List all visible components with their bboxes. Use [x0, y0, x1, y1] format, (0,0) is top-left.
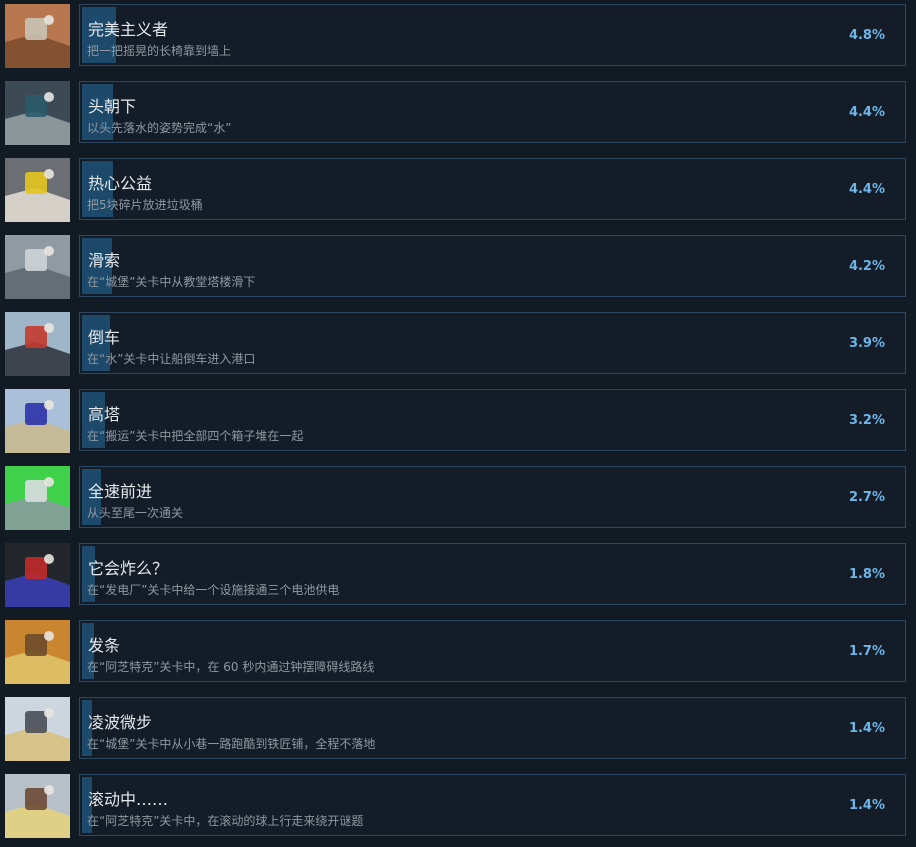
achievement-row: 完美主义者 把一把摇晃的长椅靠到墙上 4.8% — [0, 4, 916, 70]
achievement-description: 从头至尾一次通关 — [87, 506, 184, 520]
achievement-description: 在“发电厂”关卡中给一个设施接通三个电池供电 — [87, 583, 340, 597]
achievement-description: 在“阿芝特克”关卡中，在滚动的球上行走来绕开谜题 — [87, 814, 364, 828]
achievement-row: 它会炸么？ 在“发电厂”关卡中给一个设施接通三个电池供电 1.8% — [0, 543, 916, 609]
achievement-description: 在“阿芝特克”关卡中，在 60 秒内通过钟摆障碍线路线 — [87, 660, 375, 674]
speedrun-thumbnail — [5, 466, 70, 530]
achievement-card: 凌波微步 在“城堡”关卡中从小巷一路跑酷到铁匠铺，全程不落地 1.4% — [79, 697, 906, 759]
achievement-row: 全速前进 从头至尾一次通关 2.7% — [0, 466, 916, 532]
achievement-card: 倒车 在“水”关卡中让船倒车进入港口 3.9% — [79, 312, 906, 374]
achievement-row: 发条 在“阿芝特克”关卡中，在 60 秒内通过钟摆障碍线路线 1.7% — [0, 620, 916, 686]
battery-wires-thumbnail — [5, 543, 70, 607]
achievement-percent: 4.4% — [848, 105, 885, 120]
achievement-title: 全速前进 — [88, 482, 153, 501]
zipline-thumbnail — [5, 235, 70, 299]
achievement-description: 在“水”关卡中让船倒车进入港口 — [87, 352, 256, 366]
achievement-title: 热心公益 — [88, 174, 153, 193]
achievement-row: 滚动中…… 在“阿芝特克”关卡中，在滚动的球上行走来绕开谜题 1.4% — [0, 774, 916, 840]
achievement-percent: 1.7% — [848, 644, 885, 659]
achievement-card: 完美主义者 把一把摇晃的长椅靠到墙上 4.8% — [79, 4, 906, 66]
achievement-percent: 1.4% — [848, 798, 885, 813]
achievement-card: 滑索 在“城堡”关卡中从教堂塔楼滑下 4.2% — [79, 235, 906, 297]
trash-bin-thumbnail — [5, 158, 70, 222]
achievement-title: 凌波微步 — [88, 713, 153, 732]
achievement-row: 凌波微步 在“城堡”关卡中从小巷一路跑酷到铁匠铺，全程不落地 1.4% — [0, 697, 916, 763]
achievement-title: 发条 — [88, 636, 121, 655]
achievement-card: 热心公益 把5块碎片放进垃圾桶 4.4% — [79, 158, 906, 220]
achievement-title: 滑索 — [88, 251, 121, 270]
achievement-percent: 4.8% — [848, 28, 885, 43]
achievement-row: 滑索 在“城堡”关卡中从教堂塔楼滑下 4.2% — [0, 235, 916, 301]
achievement-percent: 1.8% — [848, 567, 885, 582]
achievement-card: 头朝下 以头先落水的姿势完成“水” 4.4% — [79, 81, 906, 143]
achievement-title: 完美主义者 — [88, 20, 169, 39]
achievement-description: 以头先落水的姿势完成“水” — [87, 121, 232, 135]
achievement-card: 发条 在“阿芝特克”关卡中，在 60 秒内通过钟摆障碍线路线 1.7% — [79, 620, 906, 682]
achievement-title: 高塔 — [88, 405, 121, 424]
achievement-row: 头朝下 以头先落水的姿势完成“水” 4.4% — [0, 81, 916, 147]
achievement-card: 滚动中…… 在“阿芝特克”关卡中，在滚动的球上行走来绕开谜题 1.4% — [79, 774, 906, 836]
clockwork-thumbnail — [5, 620, 70, 684]
parkour-thumbnail — [5, 697, 70, 761]
achievement-description: 在“城堡”关卡中从小巷一路跑酷到铁匠铺，全程不落地 — [87, 737, 376, 751]
boat-harbor-thumbnail — [5, 312, 70, 376]
achievement-description: 把5块碎片放进垃圾桶 — [87, 198, 203, 212]
achievement-card: 高塔 在“搬运”关卡中把全部四个箱子堆在一起 3.2% — [79, 389, 906, 451]
achievement-title: 头朝下 — [88, 97, 137, 116]
achievement-title: 倒车 — [88, 328, 121, 347]
achievement-list: 完美主义者 把一把摇晃的长椅靠到墙上 4.8% 头朝下 以头先落水的姿势完成“水… — [0, 0, 916, 847]
achievement-percent: 2.7% — [848, 490, 885, 505]
achievement-row: 热心公益 把5块碎片放进垃圾桶 4.4% — [0, 158, 916, 224]
achievement-card: 它会炸么？ 在“发电厂”关卡中给一个设施接通三个电池供电 1.8% — [79, 543, 906, 605]
water-dive-thumbnail — [5, 81, 70, 145]
achievement-description: 把一把摇晃的长椅靠到墙上 — [87, 44, 232, 58]
achievement-row: 倒车 在“水”关卡中让船倒车进入港口 3.9% — [0, 312, 916, 378]
achievement-percent: 1.4% — [848, 721, 885, 736]
achievement-percent: 3.9% — [848, 336, 885, 351]
achievement-card: 全速前进 从头至尾一次通关 2.7% — [79, 466, 906, 528]
achievement-percent: 4.4% — [848, 182, 885, 197]
achievement-title: 滚动中…… — [88, 790, 169, 809]
achievement-row: 高塔 在“搬运”关卡中把全部四个箱子堆在一起 3.2% — [0, 389, 916, 455]
achievement-title: 它会炸么？ — [88, 559, 169, 578]
achievement-description: 在“搬运”关卡中把全部四个箱子堆在一起 — [87, 429, 304, 443]
tower-crates-thumbnail — [5, 389, 70, 453]
achievement-percent: 4.2% — [848, 259, 885, 274]
achievement-percent: 3.2% — [848, 413, 885, 428]
rolling-ball-thumbnail — [5, 774, 70, 838]
bench-scene-thumbnail — [5, 4, 70, 68]
achievement-description: 在“城堡”关卡中从教堂塔楼滑下 — [87, 275, 256, 289]
